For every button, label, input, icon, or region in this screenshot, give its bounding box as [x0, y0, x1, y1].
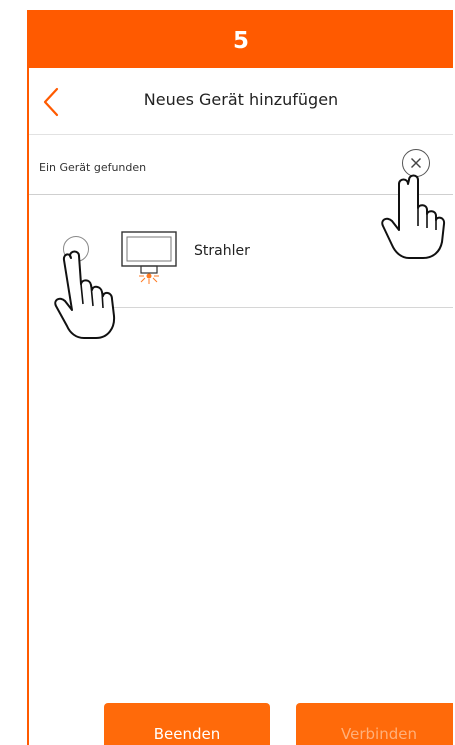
connect-button[interactable]: Verbinden	[296, 703, 453, 745]
app-frame: 5 Neues Gerät hinzufügen Ein Gerät gefun…	[27, 10, 453, 745]
list-item-device[interactable]: Strahler	[63, 195, 453, 308]
device-select-radio[interactable]	[63, 236, 89, 262]
found-devices-row: Ein Gerät gefunden	[29, 134, 453, 195]
app-header: Neues Gerät hinzufügen	[29, 68, 453, 135]
device-name: Strahler	[194, 243, 250, 259]
step-number-banner: 5	[29, 10, 453, 68]
found-devices-label: Ein Gerät gefunden	[39, 161, 147, 174]
close-button[interactable]	[402, 149, 430, 177]
finish-button[interactable]: Beenden	[104, 703, 270, 745]
close-icon	[411, 158, 421, 168]
floodlight-icon	[121, 231, 177, 284]
page-title: Neues Gerät hinzufügen	[143, 90, 339, 109]
